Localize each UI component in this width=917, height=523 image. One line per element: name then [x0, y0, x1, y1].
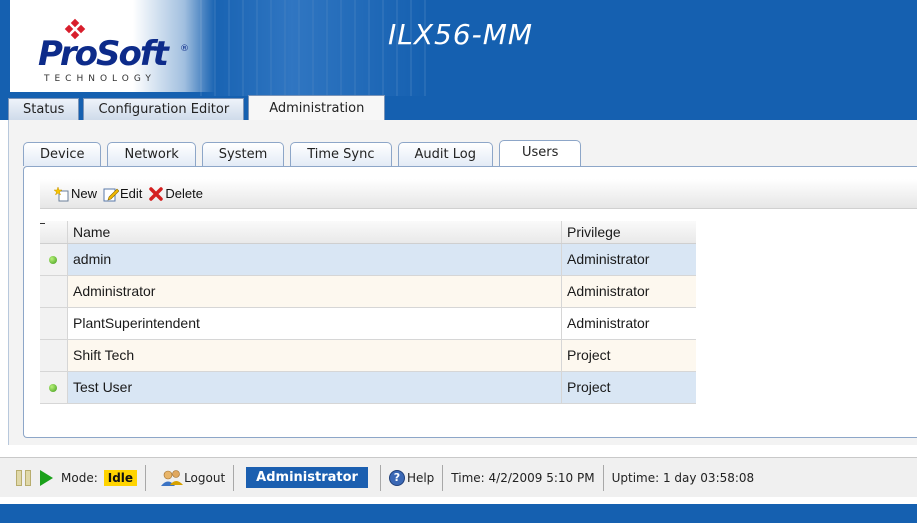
user-name-cell: admin	[68, 244, 562, 275]
mode-label: Mode:	[61, 470, 98, 485]
table-row[interactable]: PlantSuperintendent Administrator	[40, 308, 696, 340]
logo-registered-mark: ®	[180, 44, 189, 54]
edit-label: Edit	[120, 186, 143, 201]
delete-user-button[interactable]: Delete	[148, 186, 203, 202]
divider	[602, 464, 604, 491]
product-title: ILX56-MM	[388, 18, 534, 51]
row-indicator	[40, 308, 68, 339]
users-toolbar: New Edit Delete	[40, 179, 917, 209]
subtab-audit-log[interactable]: Audit Log	[397, 142, 493, 166]
mode-status-badge: Idle	[103, 469, 138, 486]
uptime-display: Uptime: 1 day 03:58:08	[611, 470, 755, 485]
subtab-system[interactable]: System	[201, 142, 285, 166]
subtab-network[interactable]: Network	[107, 142, 196, 166]
new-user-button[interactable]: New	[53, 185, 98, 202]
pause-icon[interactable]	[16, 469, 34, 486]
app-header: ProSoft ® TECHNOLOGY ILX56-MM Status Con…	[0, 0, 917, 120]
edit-user-button[interactable]: Edit	[103, 186, 142, 202]
table-row[interactable]: Test User Project	[40, 372, 696, 404]
table-header: Name Privilege	[40, 221, 696, 244]
row-indicator-header	[40, 221, 68, 243]
divider	[233, 464, 235, 491]
row-indicator	[40, 244, 68, 275]
help-button[interactable]: ? Help	[388, 469, 435, 486]
row-indicator	[40, 340, 68, 371]
tab-status[interactable]: Status	[8, 98, 80, 120]
online-status-icon	[49, 384, 57, 392]
logo-subtitle: TECHNOLOGY	[44, 74, 156, 84]
delete-icon	[148, 186, 164, 202]
content-area: Device Network System Time Sync Audit Lo…	[8, 120, 917, 445]
user-privilege-cell: Administrator	[567, 251, 650, 267]
table-row[interactable]: Administrator Administrator	[40, 276, 696, 308]
logout-users-icon	[160, 469, 184, 487]
main-tab-bar: Status Configuration Editor Administrati…	[8, 95, 389, 120]
table-row[interactable]: admin Administrator	[40, 244, 696, 276]
user-privilege-cell: Project	[567, 379, 611, 395]
user-privilege-cell: Administrator	[567, 315, 650, 331]
users-table: Name Privilege admin Administrator Admin…	[40, 221, 696, 404]
logout-label: Logout	[184, 470, 226, 485]
column-header-privilege[interactable]: Privilege	[562, 221, 696, 243]
user-role-badge: Administrator	[246, 467, 368, 488]
user-privilege-cell: Project	[567, 347, 611, 363]
logout-button[interactable]: Logout	[154, 469, 225, 487]
user-privilege-cell: Administrator	[567, 283, 650, 299]
time-display: Time: 4/2/2009 5:10 PM	[451, 470, 595, 485]
status-bar: Mode: Idle Logout Administrator ? Help T…	[0, 457, 917, 497]
column-header-name[interactable]: Name	[68, 221, 562, 243]
subtab-time-sync[interactable]: Time Sync	[290, 142, 392, 166]
user-name-cell: Administrator	[68, 276, 562, 307]
new-label: New	[71, 186, 98, 201]
subtab-users[interactable]: Users	[498, 140, 582, 166]
divider	[379, 464, 381, 491]
admin-sub-tab-bar: Device Network System Time Sync Audit Lo…	[23, 140, 587, 166]
user-name-cell: Test User	[68, 372, 562, 403]
footer-band	[0, 504, 917, 523]
prosoft-logo: ProSoft ® TECHNOLOGY	[10, 0, 215, 92]
row-indicator	[40, 276, 68, 307]
table-row[interactable]: Shift Tech Project	[40, 340, 696, 372]
edit-icon	[103, 186, 120, 202]
help-label: Help	[406, 470, 435, 485]
divider	[145, 464, 147, 491]
online-status-icon	[49, 256, 57, 264]
users-panel: New Edit Delete Name Privilege admin Adm…	[23, 166, 917, 438]
user-name-cell: Shift Tech	[68, 340, 562, 371]
divider	[442, 464, 444, 491]
new-icon	[53, 185, 70, 202]
row-indicator	[40, 372, 68, 403]
help-icon: ?	[388, 469, 405, 486]
tab-administration[interactable]: Administration	[248, 95, 386, 120]
subtab-device[interactable]: Device	[23, 142, 102, 166]
logo-text: ProSoft	[38, 34, 169, 74]
delete-label: Delete	[165, 186, 203, 201]
tab-configuration-editor[interactable]: Configuration Editor	[83, 98, 245, 120]
play-icon[interactable]	[40, 469, 53, 486]
user-name-cell: PlantSuperintendent	[68, 308, 562, 339]
